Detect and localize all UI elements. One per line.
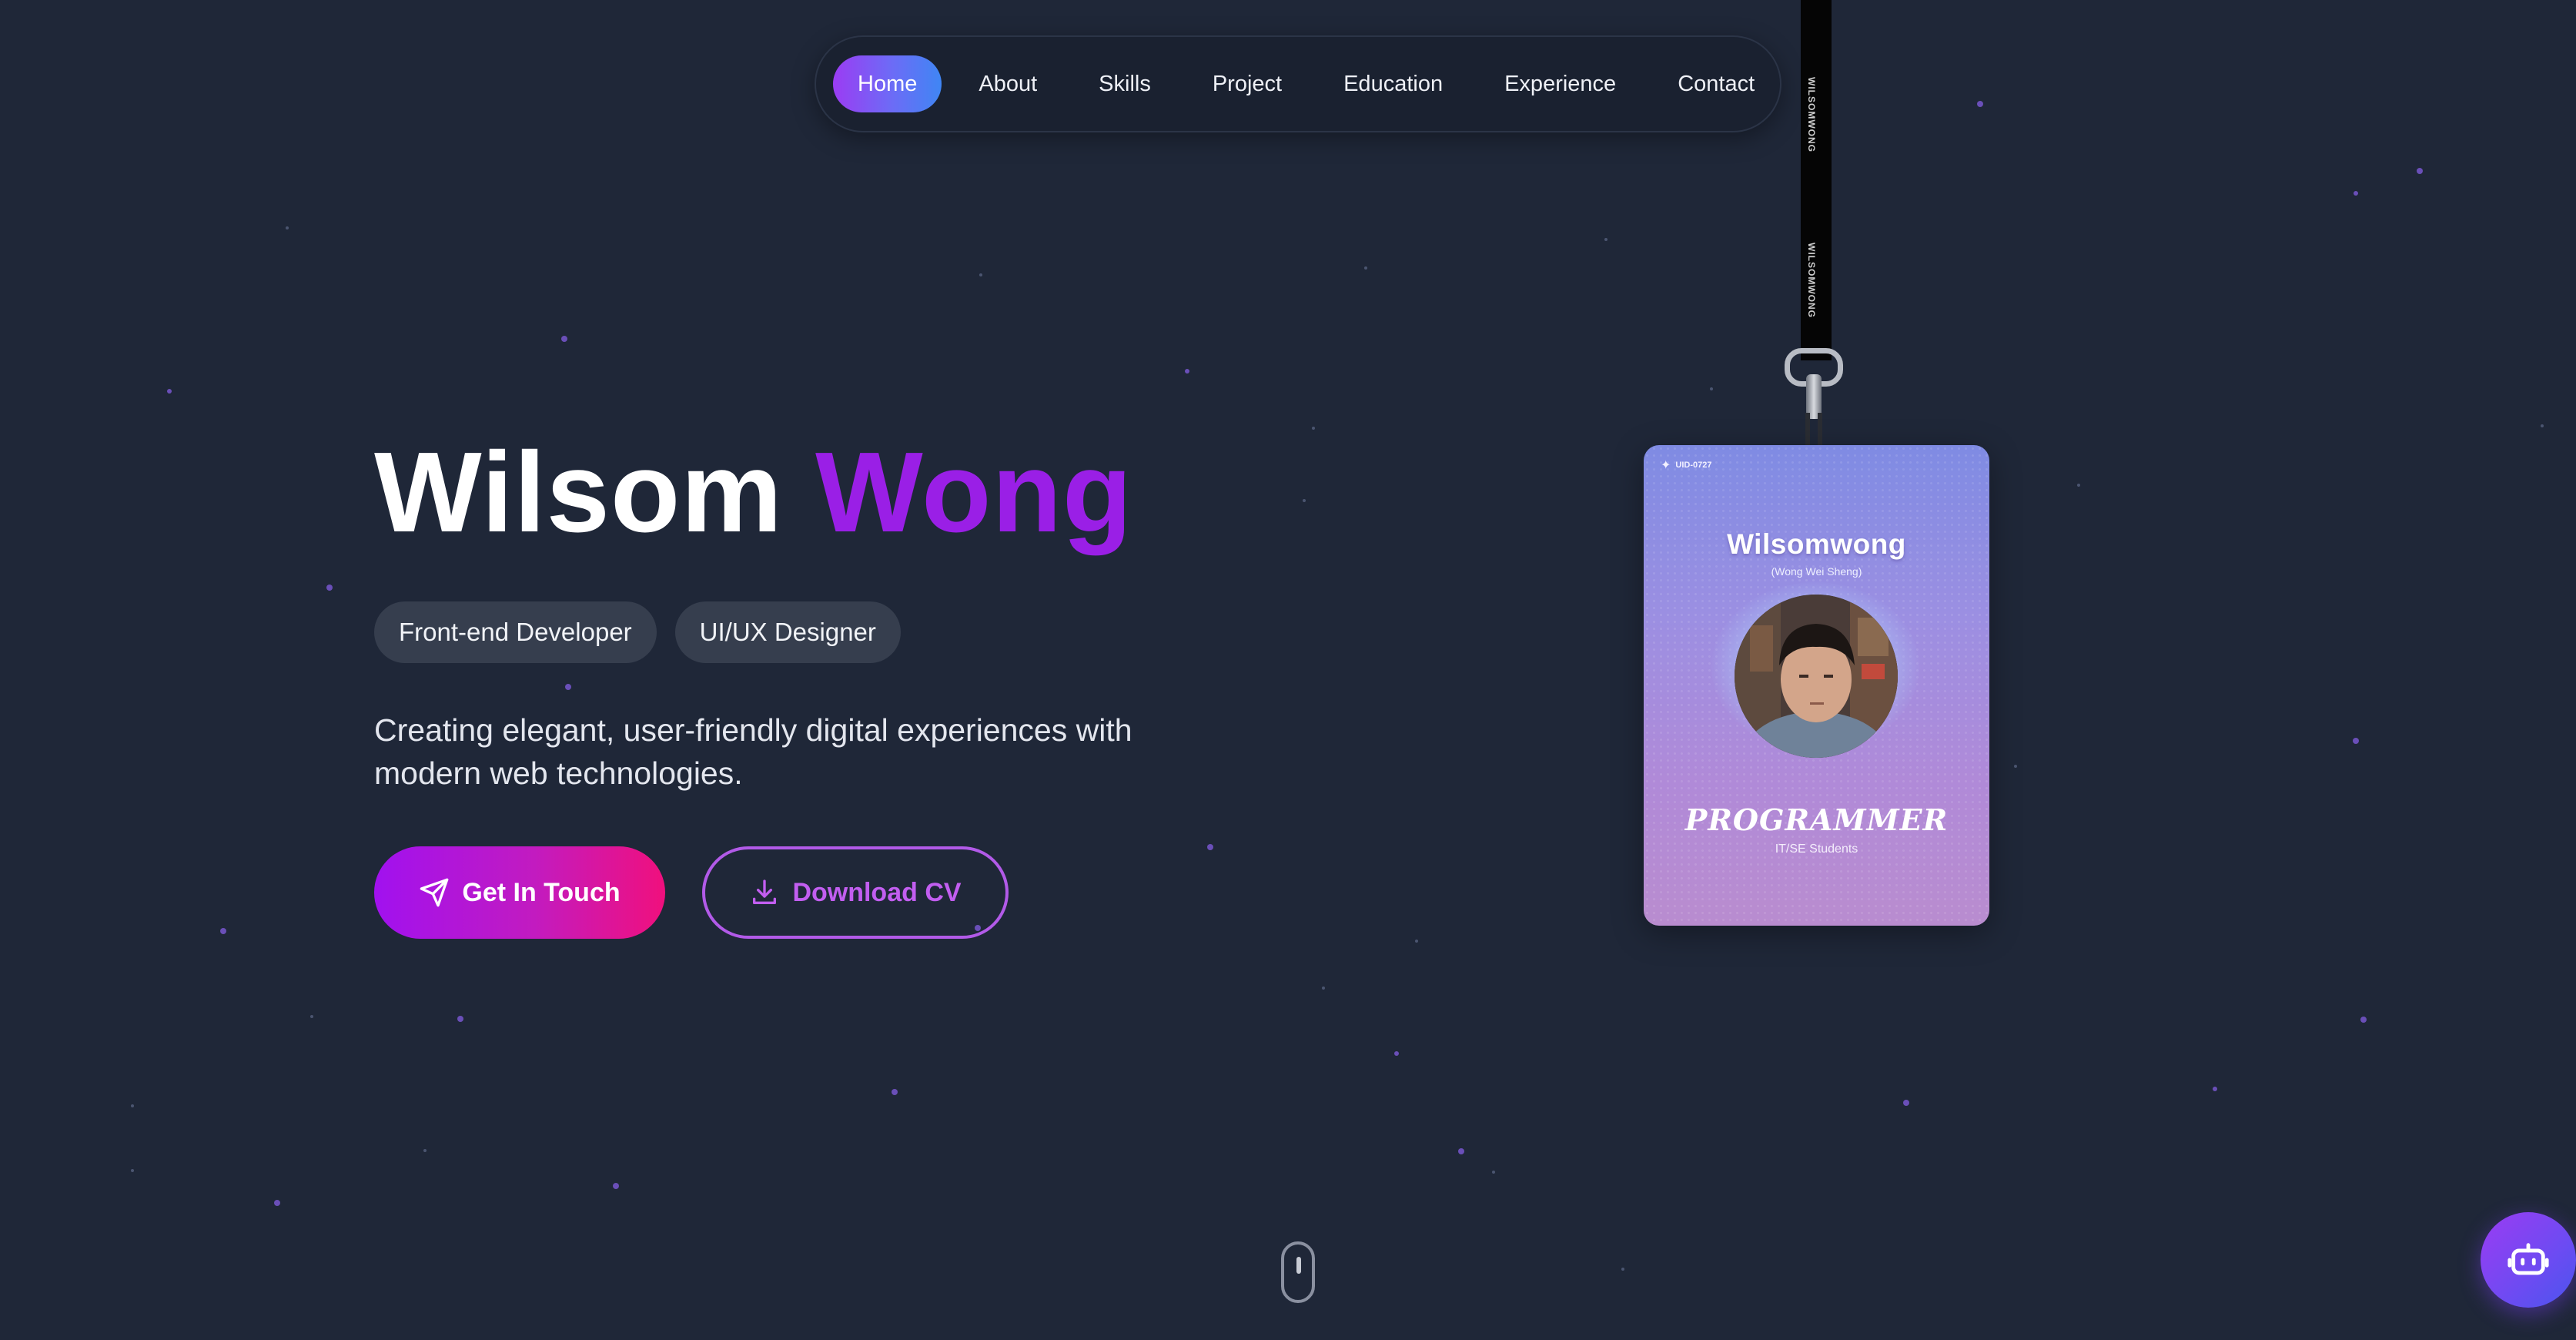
lanyard-strap-text: WILSOMWONG — [1806, 77, 1817, 152]
hero-last-name: Wong — [815, 429, 1133, 556]
hero-first-name: Wilsom — [374, 429, 783, 556]
badge-id: ✦ UID-0727 — [1661, 457, 1711, 473]
badge-id-text: UID-0727 — [1675, 461, 1712, 470]
page: Home About Skills Project Education Expe… — [0, 0, 2576, 1340]
robot-icon — [2507, 1243, 2549, 1275]
starfield-background — [131, 101, 2544, 1271]
mouse-wheel — [1296, 1257, 1301, 1274]
id-badge-card[interactable]: ✦ UID-0727 Wilsomwong (Wong Wei Sheng) P — [1644, 445, 1989, 926]
role-tags: Front-end Developer UI/UX Designer — [374, 601, 901, 663]
nav-item-project[interactable]: Project — [1188, 55, 1306, 112]
download-cv-label: Download CV — [792, 877, 962, 907]
hero-tagline-line: Creating elegant, user-friendly digital … — [374, 712, 1132, 748]
badge-role: PROGRAMMER — [1684, 802, 1949, 837]
hero-tagline: Creating elegant, user-friendly digital … — [374, 709, 1190, 795]
mouse-scroll-icon[interactable] — [1281, 1241, 1315, 1303]
role-tag: UI/UX Designer — [674, 601, 901, 663]
hero-name: Wilsom Wong — [374, 427, 1132, 558]
get-in-touch-label: Get In Touch — [462, 877, 621, 907]
nav-item-experience[interactable]: Experience — [1480, 55, 1641, 112]
get-in-touch-button[interactable]: Get In Touch — [374, 846, 665, 939]
nav-item-skills[interactable]: Skills — [1074, 55, 1176, 112]
hero-tagline-line: modern web technologies. — [374, 755, 743, 791]
nav-item-education[interactable]: Education — [1319, 55, 1467, 112]
nav-item-about[interactable]: About — [954, 55, 1062, 112]
main-navigation: Home About Skills Project Education Expe… — [815, 35, 1781, 132]
badge-role-subtitle: IT/SE Students — [1775, 843, 1858, 856]
nav-item-home[interactable]: Home — [833, 55, 942, 112]
chatbot-button[interactable] — [2481, 1212, 2576, 1308]
sparkle-icon: ✦ — [1661, 459, 1671, 472]
badge-name: Wilsomwong — [1727, 528, 1906, 560]
profile-photo — [1735, 595, 1898, 758]
lanyard-strap-text: WILSOMWONG — [1806, 243, 1817, 318]
role-tag: Front-end Developer — [374, 601, 657, 663]
download-cv-button[interactable]: Download CV — [702, 846, 1009, 939]
nav-item-contact[interactable]: Contact — [1653, 55, 1779, 112]
badge-subname: (Wong Wei Sheng) — [1771, 565, 1862, 578]
send-icon — [420, 878, 449, 907]
download-icon — [753, 879, 777, 904]
